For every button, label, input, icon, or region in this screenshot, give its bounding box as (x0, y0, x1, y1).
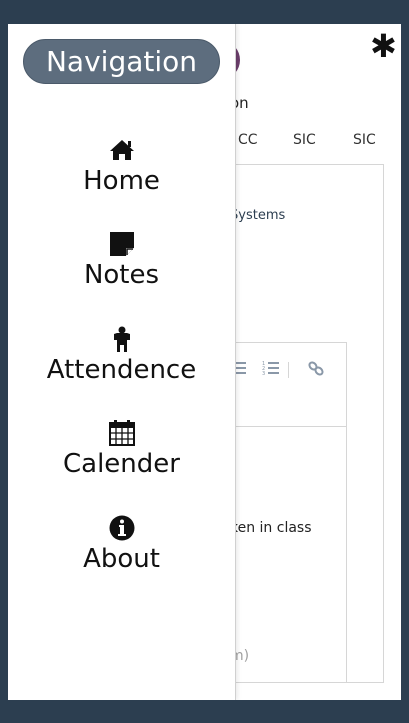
toolbar-separator (288, 362, 289, 378)
app-frame: ✱ on CC SIC SIC Systems 1 2 3 ken in cla… (8, 24, 401, 700)
nav-item-notes[interactable]: Notes (28, 230, 215, 302)
card-title: Systems (230, 208, 286, 223)
link-icon[interactable] (308, 360, 324, 380)
navigation-drawer: Navigation Home Notes Attendence Calende… (8, 24, 236, 700)
tab-bar: CC SIC SIC (230, 132, 401, 154)
home-icon (109, 140, 134, 160)
editor-content[interactable]: ken in class (230, 520, 312, 536)
nav-label-calender: Calender (63, 449, 180, 479)
info-icon (109, 515, 134, 541)
nav-label-notes: Notes (83, 260, 160, 290)
asterisk-icon[interactable]: ✱ (370, 30, 397, 62)
bullet-list-icon[interactable] (236, 360, 246, 379)
nav-item-home[interactable]: Home (28, 136, 215, 208)
svg-text:3: 3 (262, 371, 265, 376)
note-icon (109, 232, 134, 256)
editor-toolbar: 1 2 3 (230, 358, 346, 398)
numbered-list-icon[interactable]: 1 2 3 (262, 360, 280, 380)
calendar-icon (108, 420, 135, 446)
tab-sic-2[interactable]: SIC (353, 132, 376, 148)
editor-divider (230, 426, 346, 427)
tab-cc[interactable]: CC (238, 132, 258, 148)
child-icon (113, 326, 130, 352)
nav-item-about[interactable]: About (28, 514, 215, 586)
drawer-title: Navigation (23, 39, 220, 84)
nav-item-calender[interactable]: Calender (28, 419, 215, 491)
nav-item-attendence[interactable]: Attendence (28, 325, 215, 397)
nav-label-about: About (83, 544, 160, 574)
tab-sic-1[interactable]: SIC (293, 132, 316, 148)
nav-label-home: Home (83, 166, 160, 196)
nav-label-attendence: Attendence (46, 355, 197, 385)
